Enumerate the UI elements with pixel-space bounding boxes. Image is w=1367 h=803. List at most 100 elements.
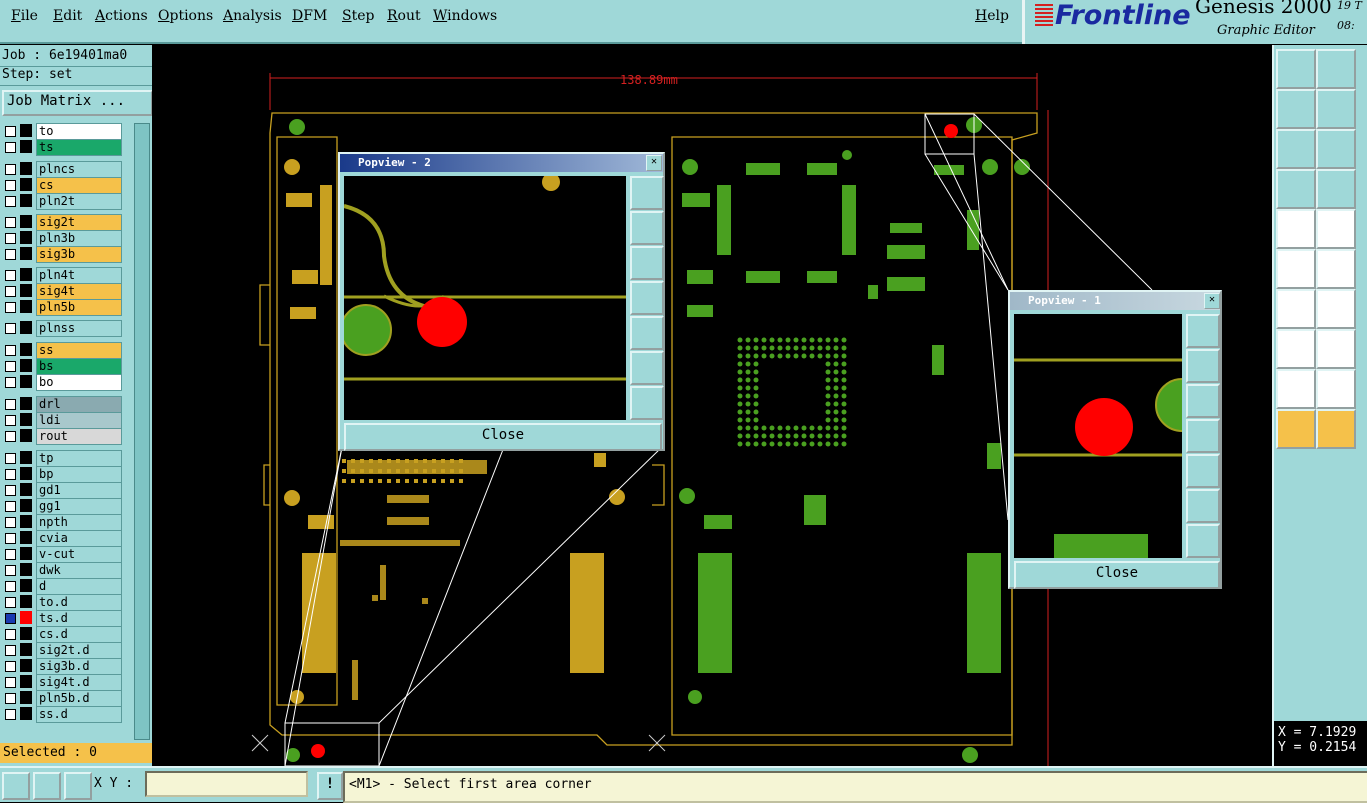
layer-row[interactable]: bp [2, 466, 134, 483]
layer-color-swatch[interactable] [20, 215, 32, 228]
layer-color-swatch[interactable] [20, 321, 32, 334]
popview-2-close-button[interactable]: Close [344, 423, 662, 451]
layer-checkbox[interactable] [5, 126, 16, 137]
pan-left-icon[interactable] [1186, 419, 1220, 453]
layer-checkbox[interactable] [5, 142, 16, 153]
layer-color-swatch[interactable] [20, 547, 32, 560]
layer-color-swatch[interactable] [20, 659, 32, 672]
layer-color-swatch[interactable] [20, 300, 32, 313]
popview-1-view[interactable] [1014, 314, 1182, 558]
layer-checkbox[interactable] [5, 693, 16, 704]
pointer-box-icon[interactable] [1316, 409, 1356, 449]
layer-color-swatch[interactable] [20, 194, 32, 207]
layer-checkbox[interactable] [5, 345, 16, 356]
layer-row[interactable]: ts [2, 139, 134, 156]
grid-snap-icon[interactable] [64, 772, 92, 800]
move-left-icon[interactable] [1276, 89, 1316, 129]
layer-label[interactable]: v-cut [36, 546, 122, 563]
line-blue-icon[interactable] [1316, 289, 1356, 329]
popview-1-close-icon[interactable]: ✕ [1204, 293, 1220, 309]
center-icon[interactable] [1316, 129, 1356, 169]
zoom-box-icon[interactable] [630, 176, 664, 210]
layer-label[interactable]: bp [36, 466, 122, 483]
layer-color-swatch[interactable] [20, 429, 32, 442]
layer-label[interactable]: sig2t.d [36, 642, 122, 659]
layer-color-swatch[interactable] [20, 343, 32, 356]
layer-row[interactable]: d [2, 578, 134, 595]
layer-label[interactable]: pln2t [36, 193, 122, 210]
layer-row[interactable]: gg1 [2, 498, 134, 515]
layer-checkbox[interactable] [5, 415, 16, 426]
pan-down-icon[interactable] [1186, 384, 1220, 418]
layer-label[interactable]: pln5b [36, 299, 122, 316]
layer-checkbox[interactable] [5, 377, 16, 388]
layer-color-swatch[interactable] [20, 643, 32, 656]
zoom-fit-icon[interactable] [630, 351, 664, 385]
layer-label[interactable]: sig4t [36, 283, 122, 300]
pan-right-icon[interactable] [1186, 454, 1220, 488]
layer-color-swatch[interactable] [20, 162, 32, 175]
layer-label[interactable]: pln3b [36, 230, 122, 247]
layer-checkbox[interactable] [5, 517, 16, 528]
layer-checkbox[interactable] [5, 361, 16, 372]
layer-label[interactable]: sig4t.d [36, 674, 122, 691]
layer-color-swatch[interactable] [20, 178, 32, 191]
layer-label[interactable]: sig3b.d [36, 658, 122, 675]
layer-color-swatch[interactable] [20, 563, 32, 576]
layer-color-swatch[interactable] [20, 359, 32, 372]
layer-row[interactable]: sig3b.d [2, 658, 134, 675]
layer-label[interactable]: ts [36, 139, 122, 156]
layer-checkbox[interactable] [5, 629, 16, 640]
layer-label[interactable]: npth [36, 514, 122, 531]
layer-row[interactable]: cs.d [2, 626, 134, 643]
layer-row[interactable]: npth [2, 514, 134, 531]
layer-color-swatch[interactable] [20, 124, 32, 137]
layer-checkbox[interactable] [5, 565, 16, 576]
layer-color-swatch[interactable] [20, 413, 32, 426]
layer-row[interactable]: ss.d [2, 706, 134, 723]
layer-row[interactable]: gd1 [2, 482, 134, 499]
layer-list-scrollbar[interactable] [134, 123, 150, 740]
layer-label[interactable]: cvia [36, 530, 122, 547]
layer-row[interactable]: pln4t [2, 267, 134, 284]
layer-checkbox[interactable] [5, 196, 16, 207]
layer-color-swatch[interactable] [20, 707, 32, 720]
pointer-icon[interactable] [1276, 409, 1316, 449]
layer-color-swatch[interactable] [20, 499, 32, 512]
pan-left-icon[interactable] [630, 281, 664, 315]
layer-color-swatch[interactable] [20, 531, 32, 544]
layer-checkbox[interactable] [5, 270, 16, 281]
layer-checkbox[interactable] [5, 469, 16, 480]
menu-help[interactable]: Help [975, 8, 1009, 24]
popview-2-close-icon[interactable]: ✕ [646, 155, 662, 171]
layer-row[interactable]: bo [2, 374, 134, 391]
layer-row[interactable]: to [2, 123, 134, 140]
layer-row[interactable]: sig2t.d [2, 642, 134, 659]
job-matrix-button[interactable]: Job Matrix ... [2, 90, 153, 116]
layer-row[interactable]: pln3b [2, 230, 134, 247]
wrench-icon[interactable] [1276, 169, 1316, 209]
layer-row[interactable]: tp [2, 450, 134, 467]
layer-color-swatch[interactable] [20, 579, 32, 592]
layer-checkbox[interactable] [5, 677, 16, 688]
layer-checkbox[interactable] [5, 323, 16, 334]
layer-label[interactable]: tp [36, 450, 122, 467]
cross-icon[interactable] [1316, 249, 1356, 289]
layer-row[interactable]: to.d [2, 594, 134, 611]
layer-color-swatch[interactable] [20, 451, 32, 464]
layer-label[interactable]: sig3b [36, 246, 122, 263]
menu-file[interactable]: File [11, 8, 38, 24]
layer-checkbox[interactable] [5, 645, 16, 656]
layer-row[interactable]: plncs [2, 161, 134, 178]
zoom-area-icon[interactable] [2, 772, 30, 800]
layer-checkbox[interactable] [5, 180, 16, 191]
layer-row[interactable]: ldi [2, 412, 134, 429]
layer-label[interactable]: bo [36, 374, 122, 391]
line-h-icon[interactable] [1316, 329, 1356, 369]
layer-row[interactable]: sig2t [2, 214, 134, 231]
layer-checkbox[interactable] [5, 249, 16, 260]
layer-row[interactable]: pln5b [2, 299, 134, 316]
menu-step[interactable]: Step [342, 8, 374, 24]
layer-checkbox[interactable] [5, 501, 16, 512]
layer-label[interactable]: pln5b.d [36, 690, 122, 707]
